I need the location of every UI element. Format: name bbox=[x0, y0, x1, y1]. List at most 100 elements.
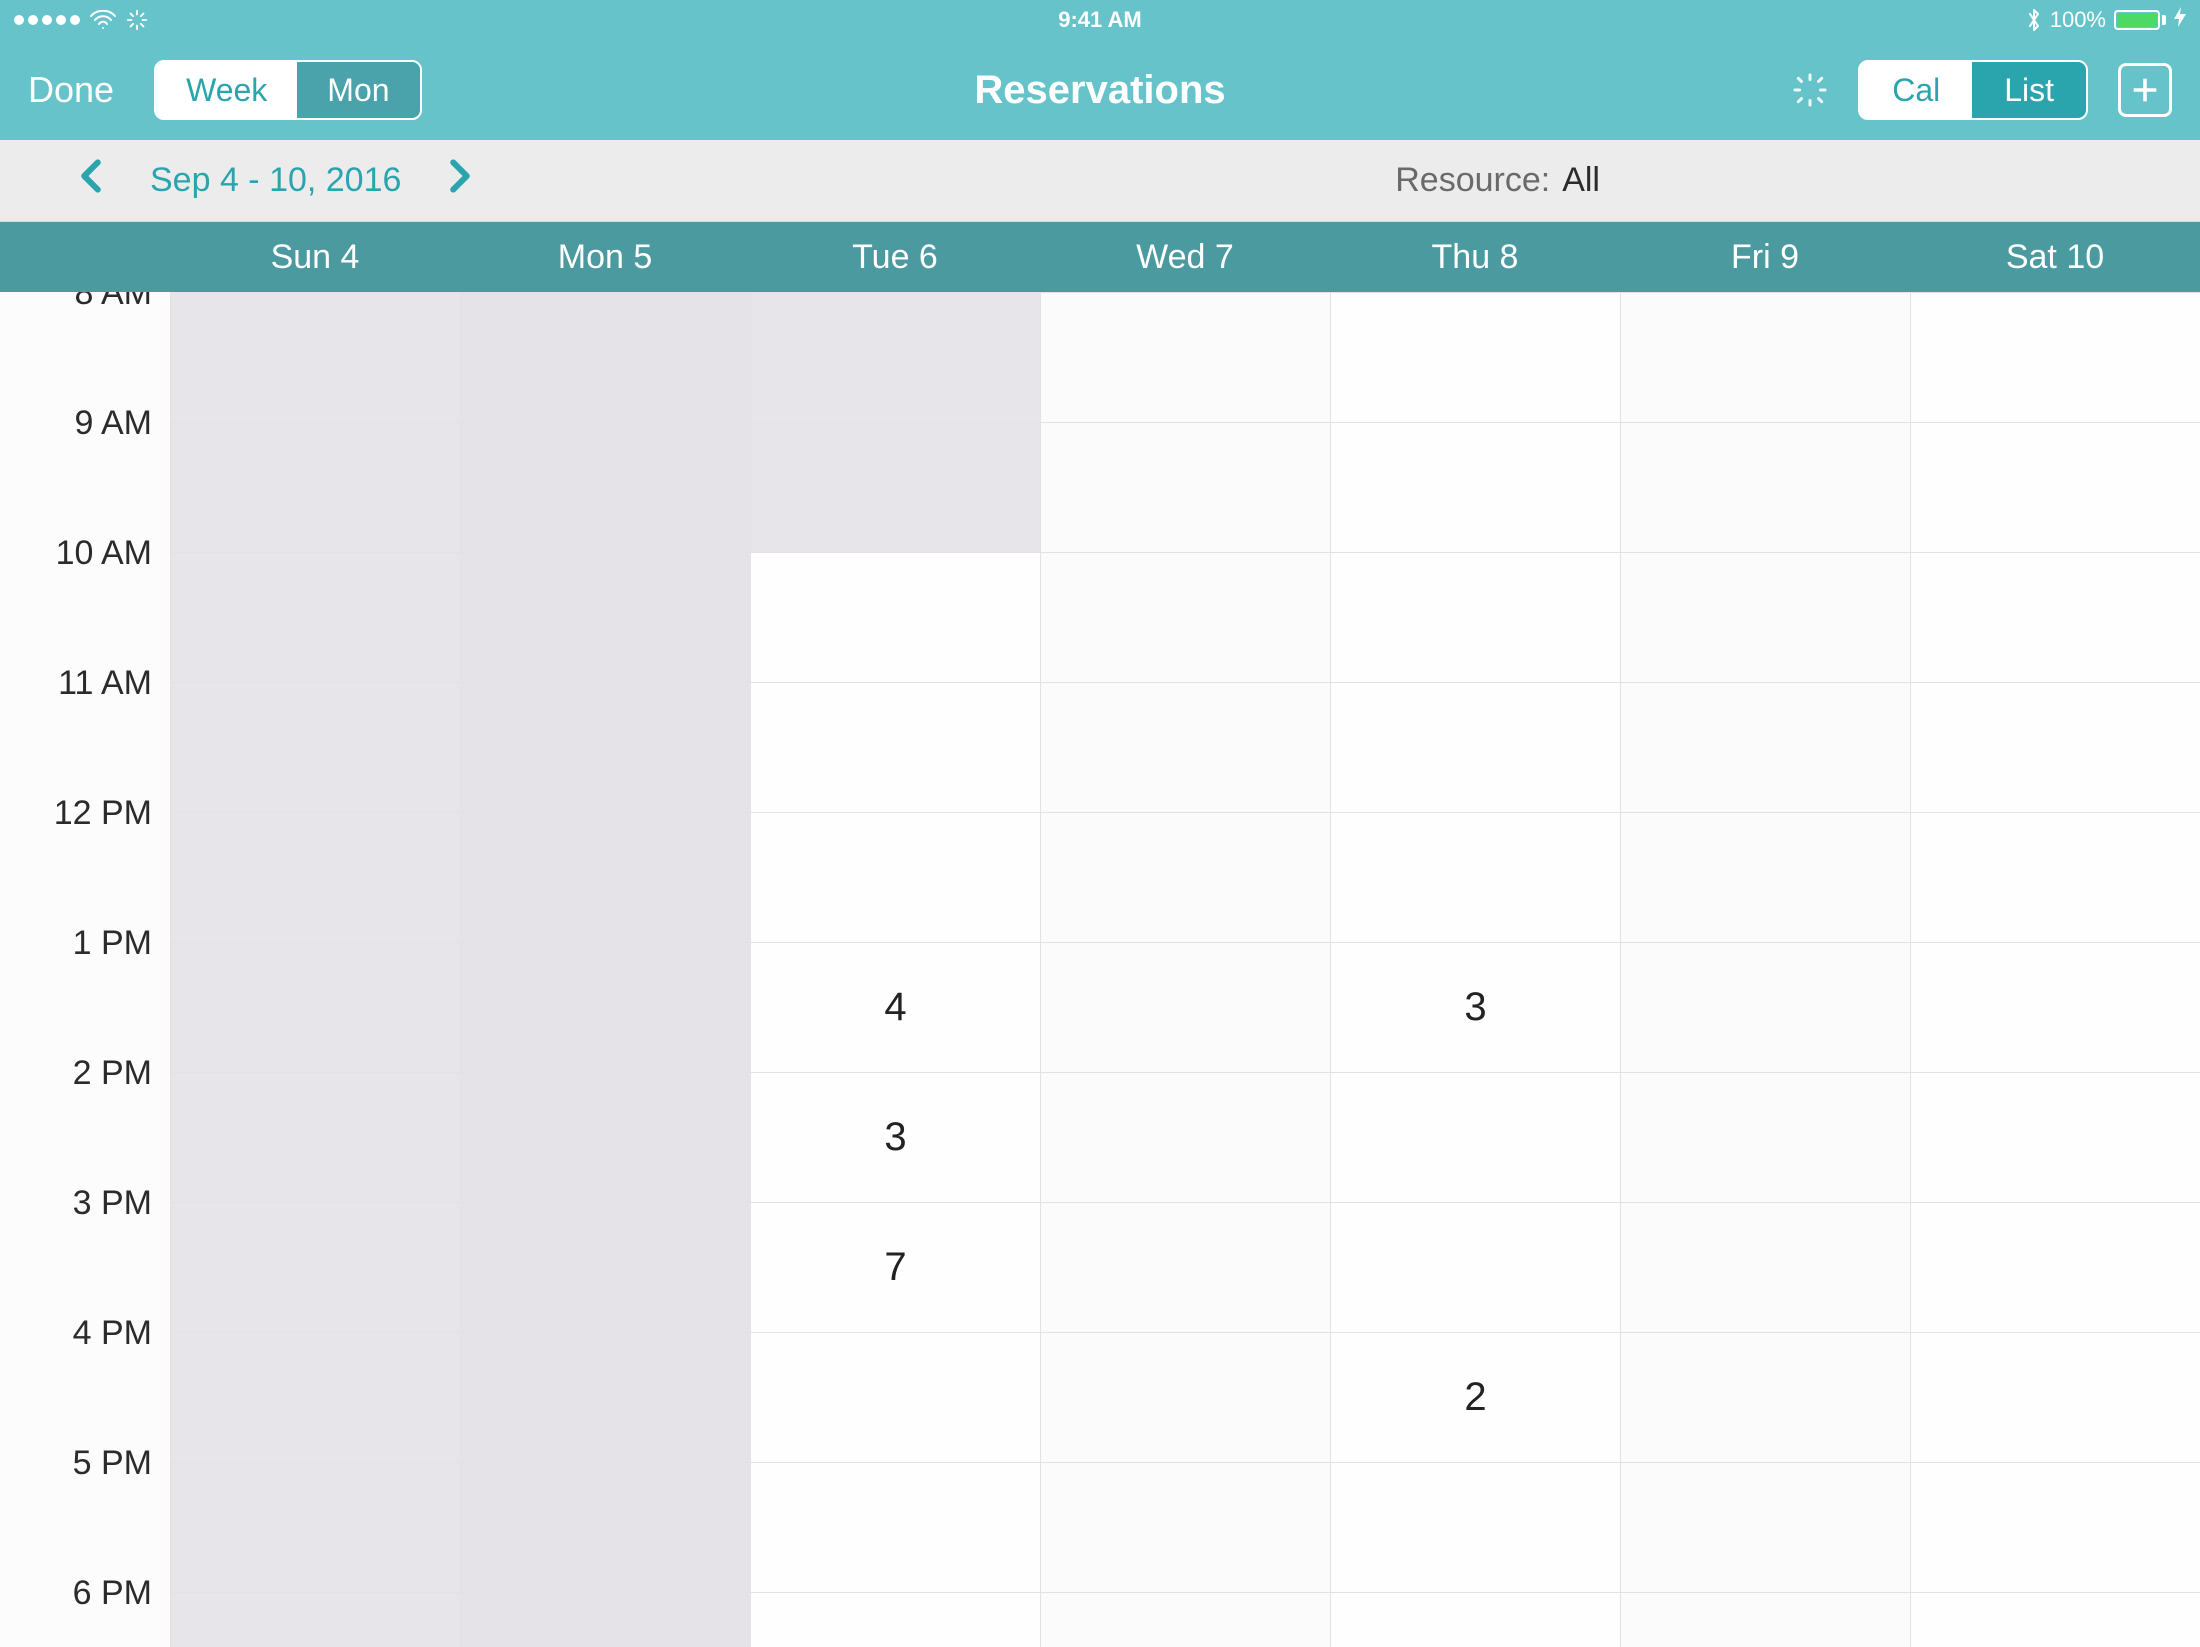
time-slot[interactable] bbox=[1041, 682, 1330, 812]
time-slot[interactable] bbox=[1621, 1592, 1910, 1647]
time-slot[interactable] bbox=[171, 812, 460, 942]
time-slot[interactable] bbox=[1041, 552, 1330, 682]
time-slot[interactable] bbox=[751, 1332, 1040, 1462]
time-slot[interactable] bbox=[171, 292, 460, 422]
time-slot[interactable] bbox=[171, 1462, 460, 1592]
time-label: 2 PM bbox=[0, 1054, 170, 1184]
reservation-count[interactable]: 4 bbox=[751, 942, 1040, 1072]
time-slot[interactable] bbox=[1331, 1592, 1620, 1647]
day-header[interactable]: Wed 7 bbox=[1040, 222, 1330, 292]
time-slot[interactable] bbox=[1041, 812, 1330, 942]
time-slot[interactable] bbox=[171, 1332, 460, 1462]
time-slot[interactable] bbox=[751, 422, 1040, 552]
time-slot[interactable] bbox=[461, 292, 750, 422]
time-slot[interactable] bbox=[1331, 1202, 1620, 1332]
time-slot[interactable] bbox=[751, 682, 1040, 812]
time-slot[interactable] bbox=[751, 292, 1040, 422]
time-slot[interactable] bbox=[1911, 1332, 2200, 1462]
time-slot[interactable] bbox=[1621, 1202, 1910, 1332]
time-slot[interactable] bbox=[171, 942, 460, 1072]
time-label: 3 PM bbox=[0, 1184, 170, 1314]
time-slot[interactable] bbox=[1331, 552, 1620, 682]
time-slot[interactable] bbox=[171, 1202, 460, 1332]
time-slot[interactable] bbox=[1041, 1592, 1330, 1647]
time-slot[interactable] bbox=[171, 1592, 460, 1647]
time-slot[interactable] bbox=[1911, 1202, 2200, 1332]
loading-spinner-icon bbox=[1792, 72, 1828, 108]
time-slot[interactable] bbox=[1911, 292, 2200, 422]
time-slot[interactable] bbox=[1621, 942, 1910, 1072]
day-header[interactable]: Sun 4 bbox=[170, 222, 460, 292]
prev-week-button[interactable] bbox=[60, 159, 122, 202]
time-slot[interactable] bbox=[461, 1462, 750, 1592]
reservation-count[interactable]: 7 bbox=[751, 1202, 1040, 1332]
time-slot[interactable] bbox=[171, 422, 460, 552]
time-slot[interactable] bbox=[461, 1202, 750, 1332]
time-slot[interactable] bbox=[1041, 1462, 1330, 1592]
date-range[interactable]: Sep 4 - 10, 2016 bbox=[150, 161, 401, 200]
time-slot[interactable] bbox=[461, 942, 750, 1072]
time-slot[interactable] bbox=[1041, 422, 1330, 552]
next-week-button[interactable] bbox=[429, 159, 491, 202]
time-slot[interactable] bbox=[461, 1592, 750, 1647]
time-slot[interactable] bbox=[171, 552, 460, 682]
done-button[interactable]: Done bbox=[28, 69, 114, 111]
time-slot[interactable] bbox=[171, 682, 460, 812]
time-slot[interactable] bbox=[1331, 1462, 1620, 1592]
time-slot[interactable] bbox=[1041, 1202, 1330, 1332]
time-slot[interactable] bbox=[751, 1592, 1040, 1647]
reservation-count[interactable]: 3 bbox=[751, 1072, 1040, 1202]
time-slot[interactable] bbox=[1331, 422, 1620, 552]
calendar-grid[interactable]: 8 AM9 AM10 AM11 AM12 PM1 PM2 PM3 PM4 PM5… bbox=[0, 292, 2200, 1647]
add-button[interactable] bbox=[2118, 63, 2172, 117]
time-slot[interactable] bbox=[1621, 1462, 1910, 1592]
time-slot[interactable] bbox=[1331, 1072, 1620, 1202]
time-slot[interactable] bbox=[1621, 812, 1910, 942]
reservation-count[interactable]: 3 bbox=[1331, 942, 1620, 1072]
time-slot[interactable] bbox=[1621, 682, 1910, 812]
time-slot[interactable] bbox=[1621, 1072, 1910, 1202]
time-slot[interactable] bbox=[171, 1072, 460, 1202]
day-header[interactable]: Mon 5 bbox=[460, 222, 750, 292]
time-slot[interactable] bbox=[1331, 812, 1620, 942]
day-header[interactable]: Sat 10 bbox=[1910, 222, 2200, 292]
time-slot[interactable] bbox=[751, 1462, 1040, 1592]
seg-week[interactable]: Week bbox=[156, 62, 297, 118]
time-slot[interactable] bbox=[461, 1332, 750, 1462]
time-slot[interactable] bbox=[1621, 292, 1910, 422]
time-slot[interactable] bbox=[1041, 292, 1330, 422]
time-slot[interactable] bbox=[1911, 1072, 2200, 1202]
time-slot[interactable] bbox=[1041, 1072, 1330, 1202]
bluetooth-icon bbox=[2026, 8, 2042, 32]
time-slot[interactable] bbox=[1911, 1462, 2200, 1592]
time-slot[interactable] bbox=[461, 422, 750, 552]
time-slot[interactable] bbox=[461, 1072, 750, 1202]
time-slot[interactable] bbox=[1911, 682, 2200, 812]
time-slot[interactable] bbox=[1911, 552, 2200, 682]
time-slot[interactable] bbox=[1041, 1332, 1330, 1462]
time-slot[interactable] bbox=[461, 682, 750, 812]
seg-calendar[interactable]: Cal bbox=[1860, 62, 1972, 118]
day-header[interactable]: Fri 9 bbox=[1620, 222, 1910, 292]
resource-value[interactable]: All bbox=[1562, 161, 1600, 200]
time-slot[interactable] bbox=[1621, 552, 1910, 682]
time-slot[interactable] bbox=[1621, 422, 1910, 552]
day-header[interactable]: Thu 8 bbox=[1330, 222, 1620, 292]
time-slot[interactable] bbox=[461, 552, 750, 682]
time-slot[interactable] bbox=[751, 552, 1040, 682]
time-slot[interactable] bbox=[1621, 1332, 1910, 1462]
time-slot[interactable] bbox=[1911, 422, 2200, 552]
seg-list[interactable]: List bbox=[1972, 62, 2086, 118]
time-slot[interactable] bbox=[1331, 682, 1620, 812]
time-slot[interactable] bbox=[1911, 812, 2200, 942]
reservation-count[interactable]: 2 bbox=[1331, 1332, 1620, 1462]
seg-month[interactable]: Mon bbox=[297, 62, 419, 118]
time-slot[interactable] bbox=[461, 812, 750, 942]
time-slot[interactable] bbox=[1911, 942, 2200, 1072]
view-segmented-control: Cal List bbox=[1858, 60, 2088, 120]
time-slot[interactable] bbox=[1911, 1592, 2200, 1647]
time-slot[interactable] bbox=[1331, 292, 1620, 422]
day-header[interactable]: Tue 6 bbox=[750, 222, 1040, 292]
time-slot[interactable] bbox=[751, 812, 1040, 942]
time-slot[interactable] bbox=[1041, 942, 1330, 1072]
